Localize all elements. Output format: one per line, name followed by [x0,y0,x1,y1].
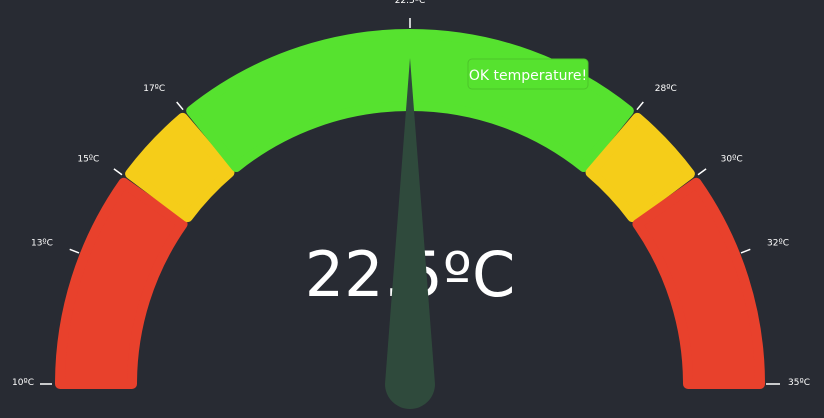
gauge-segment [55,177,188,389]
tick-mark [113,168,123,176]
tick-label: 28ºC [655,84,677,94]
status-tooltip: OK temperature! [467,58,589,90]
tick-label: 15ºC [77,154,99,164]
tick-label: 35ºC [788,378,810,388]
tick-mark [697,168,707,176]
gauge-segment [632,177,765,389]
tick-label: 30ºC [721,154,743,164]
tick-label: 17ºC [143,84,165,94]
temperature-gauge: 10ºC13ºC15ºC17ºC22.5ºC28ºC30ºC32ºC35ºC 2… [12,0,810,409]
tick-mark [636,101,644,111]
tick-mark [740,248,751,254]
tooltip-text: OK temperature! [469,68,587,84]
tick-mark [69,248,80,254]
tick-label: 13ºC [31,239,53,249]
tick-label: 32ºC [767,239,789,249]
tick-label: 10ºC [12,378,34,388]
tick-mark [176,101,184,111]
tick-label: 22.5ºC [395,0,426,6]
